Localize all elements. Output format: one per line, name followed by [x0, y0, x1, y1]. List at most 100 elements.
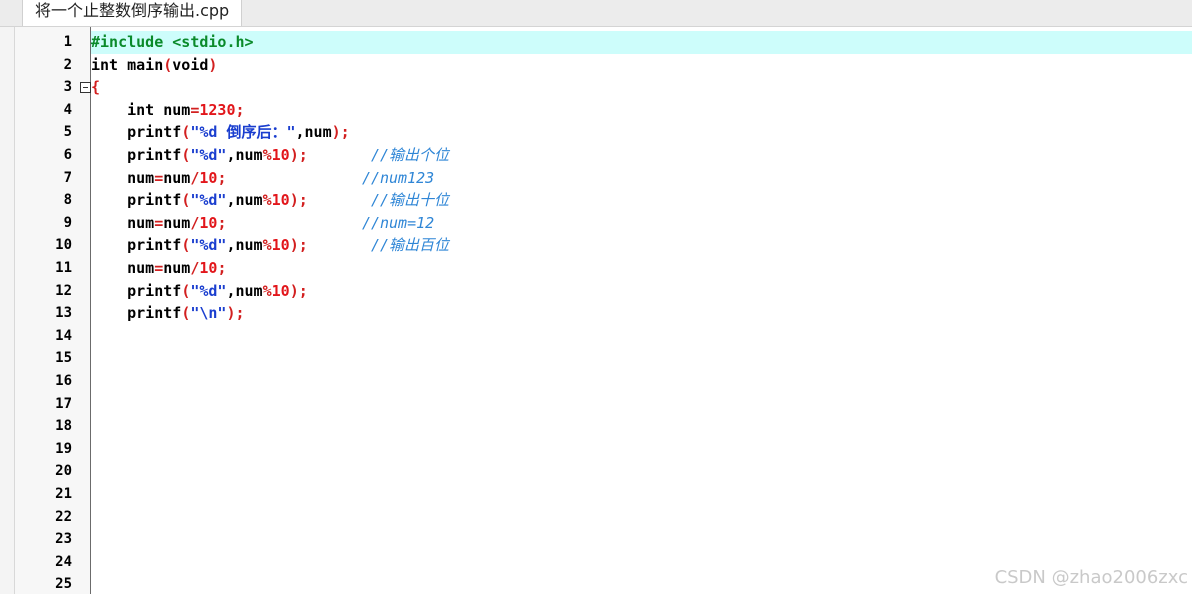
function-call: printf	[127, 123, 182, 142]
line-number: 3	[63, 79, 72, 96]
comment: //输出百位	[370, 236, 450, 255]
code-line-1[interactable]: #include <stdio.h>	[91, 31, 1192, 54]
operator: =	[154, 168, 164, 187]
operator: %	[262, 236, 272, 255]
paren: (	[181, 236, 191, 255]
identifier: num	[163, 213, 191, 232]
paren: )	[289, 191, 299, 210]
comma: ,	[226, 146, 236, 164]
line-number: 4	[63, 101, 72, 118]
operator: %	[262, 191, 272, 210]
function-call: printf	[127, 146, 182, 164]
line-number: 22	[55, 508, 72, 525]
number-literal: 10	[199, 259, 218, 277]
line-number: 1	[63, 34, 72, 50]
identifier: num	[163, 259, 191, 277]
string-literal: "%d"	[190, 191, 227, 210]
fold-collapse-icon[interactable]	[80, 82, 91, 93]
number-literal: 10	[271, 191, 290, 210]
file-tab-label: 将一个止整数倒序输出.cpp	[35, 1, 230, 20]
code-line-13[interactable]: printf("\n");	[91, 302, 1192, 325]
comma: ,	[295, 123, 305, 142]
identifier: num	[127, 259, 155, 277]
identifier: num	[163, 168, 191, 187]
string-literal: "%d"	[190, 281, 227, 300]
brace: {	[91, 78, 101, 97]
line-number: 9	[63, 214, 72, 231]
comma: ,	[226, 191, 236, 210]
line-number: 6	[63, 147, 72, 163]
paren: )	[289, 281, 299, 300]
semicolon: ;	[298, 281, 308, 300]
semicolon: ;	[340, 123, 350, 142]
paren: )	[331, 123, 341, 142]
identifier: num	[235, 146, 263, 164]
line-number: 21	[55, 486, 72, 502]
line-number: 5	[63, 124, 72, 141]
identifier: num	[127, 168, 155, 187]
semicolon: ;	[217, 168, 227, 187]
string-literal: "%d"	[190, 146, 227, 164]
code-line-2[interactable]: int main(void)	[91, 54, 1192, 77]
watermark: CSDN @zhao2006zxc	[994, 567, 1188, 588]
semicolon: ;	[235, 304, 245, 323]
comment: //输出十位	[370, 191, 450, 210]
number-literal: 10	[199, 213, 218, 232]
code-editor[interactable]: #include <stdio.h> int main(void) { int …	[91, 27, 1192, 594]
code-line-10[interactable]: printf("%d",num%10); //输出百位	[91, 234, 1192, 257]
function-call: printf	[127, 236, 182, 255]
line-number: 24	[55, 553, 72, 570]
identifier: num	[235, 281, 263, 300]
code-line-12[interactable]: printf("%d",num%10);	[91, 280, 1192, 303]
semicolon: ;	[298, 236, 308, 255]
line-number: 19	[55, 440, 72, 457]
number-literal: 10	[271, 146, 290, 164]
line-number: 25	[55, 576, 72, 593]
keyword: void	[172, 55, 209, 74]
semicolon: ;	[235, 100, 245, 119]
code-line-11[interactable]: num=num/10;	[91, 257, 1192, 280]
line-number: 17	[55, 395, 72, 412]
code-line-5[interactable]: printf("%d 倒序后：",num);	[91, 121, 1192, 144]
code-line-4[interactable]: int num=1230;	[91, 99, 1192, 122]
paren: (	[181, 191, 191, 210]
code-line-9[interactable]: num=num/10; //num=12	[91, 212, 1192, 235]
line-number: 2	[63, 56, 72, 73]
tab-bar: 将一个止整数倒序输出.cpp	[0, 0, 1192, 27]
code-line-7[interactable]: num=num/10; //num123	[91, 167, 1192, 190]
function-name: main	[127, 55, 164, 74]
paren: (	[181, 123, 191, 142]
preprocessor-directive: #include <stdio.h>	[91, 33, 254, 51]
editor-margin	[0, 27, 15, 594]
keyword: int	[127, 100, 155, 119]
number-literal: 10	[199, 168, 218, 187]
semicolon: ;	[217, 213, 227, 232]
string-literal: "%d 倒序后："	[190, 123, 296, 142]
number-literal: 1230	[199, 100, 236, 119]
code-line-3[interactable]: {	[91, 76, 1192, 99]
string-literal: "%d"	[190, 236, 227, 255]
keyword: int	[91, 55, 119, 74]
comment: //num123	[361, 168, 435, 187]
line-number: 12	[55, 282, 72, 299]
identifier: num	[127, 213, 155, 232]
comma: ,	[226, 236, 236, 255]
line-number: 20	[55, 463, 72, 480]
code-line-8[interactable]: printf("%d",num%10); //输出十位	[91, 189, 1192, 212]
operator: %	[262, 281, 272, 300]
comma: ,	[226, 281, 236, 300]
paren: (	[181, 304, 191, 323]
paren: )	[226, 304, 236, 323]
line-number: 11	[55, 260, 72, 276]
function-call: printf	[127, 281, 182, 300]
line-number: 13	[55, 305, 72, 322]
code-line-6[interactable]: printf("%d",num%10); //输出个位	[91, 144, 1192, 167]
paren: (	[181, 146, 191, 164]
identifier: num	[163, 100, 191, 119]
line-number: 15	[55, 350, 72, 367]
identifier: num	[304, 123, 332, 142]
file-tab[interactable]: 将一个止整数倒序输出.cpp	[22, 0, 243, 26]
paren: )	[289, 146, 299, 164]
identifier: num	[235, 236, 263, 255]
paren: (	[181, 281, 191, 300]
